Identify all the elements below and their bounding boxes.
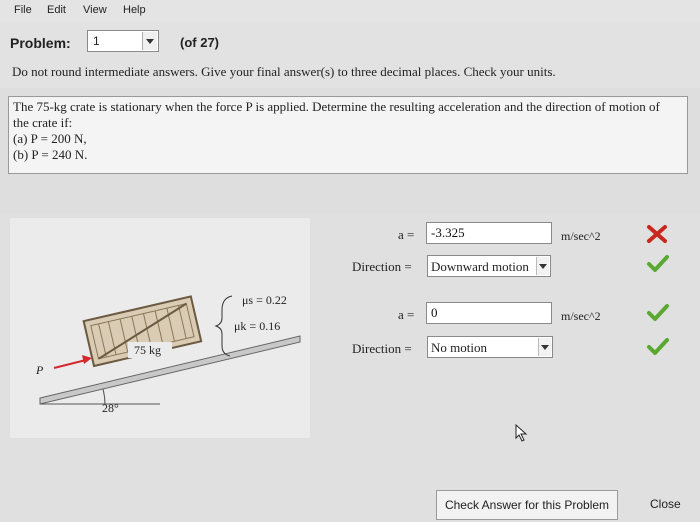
mu-s-label: μs = 0.22	[242, 293, 287, 307]
correct-check-icon	[646, 302, 670, 322]
direction-value-a: Downward motion	[431, 259, 529, 274]
direction-value-b: No motion	[431, 340, 487, 355]
mass-label: 75 kg	[134, 343, 161, 357]
close-button[interactable]: Close	[650, 497, 681, 511]
accel-unit-b: m/sec^2	[561, 309, 601, 323]
accel-label-a: a =	[398, 227, 415, 242]
mouse-cursor-icon	[515, 423, 529, 442]
direction-select-b[interactable]: No motion	[427, 336, 553, 358]
problem-number-value: 1	[93, 34, 100, 48]
problem-figure: μs = 0.22 μk = 0.16 75 kg P 28°	[10, 218, 310, 438]
force-label: P	[35, 363, 44, 377]
correct-check-icon	[646, 253, 670, 273]
direction-select-a[interactable]: Downward motion	[427, 255, 551, 277]
problem-header: Problem: 1 (of 27) Do not round intermed…	[0, 22, 700, 88]
menu-view[interactable]: View	[83, 4, 107, 16]
incline-diagram: μs = 0.22 μk = 0.16 75 kg P 28°	[35, 293, 301, 415]
angle-label: 28°	[102, 401, 119, 415]
accel-unit-a: m/sec^2	[561, 229, 601, 243]
force-arrow-head	[82, 355, 92, 364]
accel-input-a[interactable]: -3.325	[426, 222, 552, 244]
menu-bar: File Edit View Help	[0, 0, 700, 22]
problem-line-1: The 75-kg crate is stationary when the f…	[13, 99, 660, 114]
problem-statement: The 75-kg crate is stationary when the f…	[8, 96, 688, 174]
force-arrow-shaft	[53, 359, 87, 369]
accel-label-b: a =	[398, 307, 415, 322]
mu-k-label: μk = 0.16	[234, 319, 280, 333]
problem-label: Problem:	[10, 35, 71, 51]
problem-number-select[interactable]: 1	[87, 30, 159, 52]
instructions-text: Do not round intermediate answers. Give …	[12, 64, 556, 79]
friction-brace	[214, 295, 233, 357]
correct-check-icon	[646, 336, 670, 356]
menu-edit[interactable]: Edit	[47, 4, 66, 16]
menu-file[interactable]: File	[14, 4, 32, 16]
accel-input-b[interactable]: 0	[426, 302, 552, 324]
check-answer-button[interactable]: Check Answer for this Problem	[436, 490, 618, 520]
chevron-down-icon[interactable]	[142, 32, 157, 50]
chevron-down-icon[interactable]	[536, 257, 549, 275]
chevron-down-icon[interactable]	[538, 338, 551, 356]
problem-part-a: (a) P = 200 N,	[13, 131, 87, 146]
problem-line-2: the crate if:	[13, 115, 73, 130]
menu-help[interactable]: Help	[123, 4, 146, 16]
problem-part-b: (b) P = 240 N.	[13, 147, 88, 162]
direction-label-a: Direction =	[352, 259, 412, 274]
direction-label-b: Direction =	[352, 341, 412, 356]
incorrect-x-icon	[645, 224, 669, 244]
problem-count: (of 27)	[180, 35, 219, 50]
